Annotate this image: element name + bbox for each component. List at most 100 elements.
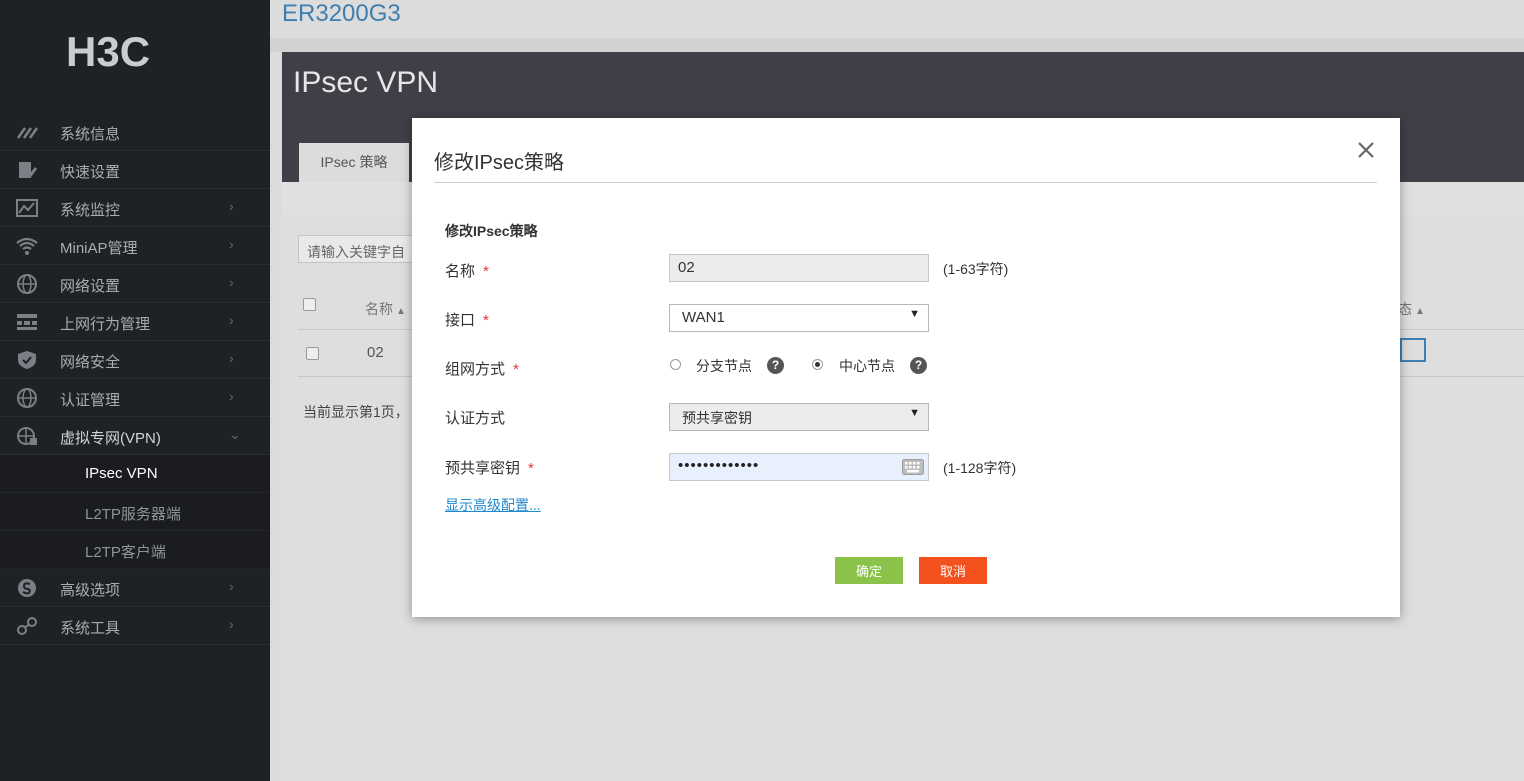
- radio-center-node[interactable]: [812, 359, 823, 370]
- chevron-right-icon: ›: [229, 274, 234, 290]
- sidebar-subitem-l2tp-client[interactable]: L2TP客户端: [0, 531, 270, 569]
- keyboard-icon[interactable]: [902, 459, 924, 475]
- gauge-icon: [16, 127, 38, 139]
- field-label-text: 名称: [445, 263, 476, 280]
- psk-password-field[interactable]: •••••••••••••: [669, 453, 929, 481]
- psk-field-label: 预共享密钥 *: [445, 457, 534, 478]
- wifi-icon: [16, 237, 38, 255]
- sort-asc-icon: ▲: [1415, 306, 1425, 317]
- chevron-down-icon: ⌄: [229, 426, 241, 442]
- device-title: ER3200G3: [282, 0, 401, 27]
- sidebar-item-label: 系统信息: [60, 126, 121, 143]
- ok-button[interactable]: 确定: [835, 557, 903, 584]
- vpn-subnav: IPsec VPN L2TP服务器端 L2TP客户端: [0, 455, 270, 569]
- cancel-button[interactable]: 取消: [919, 557, 987, 584]
- sidebar-item-label: 上网行为管理: [60, 316, 151, 333]
- chevron-right-icon: ›: [229, 350, 234, 366]
- sidebar-item-system-tools[interactable]: 系统工具 ›: [0, 607, 270, 645]
- close-icon[interactable]: [1354, 138, 1378, 162]
- required-asterisk: *: [513, 361, 519, 378]
- sidebar-item-advanced[interactable]: 高级选项 ›: [0, 569, 270, 607]
- sidebar-item-auth-mgmt[interactable]: 认证管理 ›: [0, 379, 270, 417]
- chevron-right-icon: ›: [229, 312, 234, 328]
- topbar-spacer: [270, 38, 1524, 52]
- col-header-label: 态: [1398, 301, 1412, 317]
- radio-branch-node-label: 分支节点: [696, 358, 752, 374]
- required-asterisk: *: [483, 263, 489, 280]
- logo-text: H3C: [66, 30, 150, 70]
- interface-select[interactable]: WAN1 ▼: [669, 304, 929, 332]
- col-header-name[interactable]: 名称 ▲: [365, 299, 406, 319]
- sidebar-subitem-label: IPsec VPN: [85, 465, 158, 482]
- network-mode-label: 组网方式 *: [445, 358, 519, 379]
- sidebar-subitem-l2tp-server[interactable]: L2TP服务器端: [0, 493, 270, 531]
- form-section-title: 修改IPsec策略: [445, 223, 538, 239]
- psk-masked-value: •••••••••••••: [678, 457, 760, 474]
- field-label-text: 预共享密钥: [445, 460, 521, 477]
- radio-center-node-label: 中心节点: [839, 358, 895, 374]
- interface-select-value: WAN1: [682, 309, 725, 326]
- name-hint: (1-63字符): [943, 261, 1009, 277]
- sidebar-item-behavior-mgmt[interactable]: 上网行为管理 ›: [0, 303, 270, 341]
- sidebar-item-network-settings[interactable]: 网络设置 ›: [0, 265, 270, 303]
- sidebar-item-label: 系统监控: [60, 202, 121, 219]
- globe-s-icon: [18, 579, 36, 597]
- dialog-title: 修改IPsec策略: [434, 152, 565, 174]
- sidebar-item-system-monitor[interactable]: 系统监控 ›: [0, 189, 270, 227]
- chevron-right-icon: ›: [229, 616, 234, 632]
- dropdown-caret-icon: ▼: [909, 407, 920, 419]
- sidebar-item-miniap[interactable]: MiniAP管理 ›: [0, 227, 270, 265]
- chevron-right-icon: ›: [229, 236, 234, 252]
- name-field[interactable]: 02: [669, 254, 929, 282]
- row-action-button[interactable]: [1400, 338, 1426, 362]
- search-input[interactable]: 请输入关键字自: [298, 235, 428, 263]
- interface-field-label: 接口 *: [445, 309, 489, 330]
- auth-method-select-value: 预共享密钥: [682, 410, 752, 426]
- row-name-cell: 02: [367, 344, 384, 361]
- col-header-label: 名称: [365, 301, 393, 317]
- help-icon[interactable]: ?: [910, 357, 927, 374]
- tab-ipsec-policy[interactable]: IPsec 策略: [299, 143, 409, 182]
- sidebar-item-quick-setup[interactable]: 快速设置: [0, 151, 270, 189]
- h3c-logo: H3C: [66, 30, 150, 70]
- globe-icon: [17, 388, 37, 408]
- name-field-label: 名称 *: [445, 260, 489, 281]
- sidebar-nav: 系统信息 快速设置 系统监控 › MiniAP管理 › 网络设置 › 上网行为管…: [0, 113, 270, 645]
- field-label-text: 接口: [445, 312, 476, 329]
- sidebar-subitem-ipsec-vpn[interactable]: IPsec VPN: [0, 455, 270, 493]
- page-title: IPsec VPN: [293, 66, 439, 99]
- sidebar-item-label: 系统工具: [60, 620, 121, 637]
- sidebar-item-label: 认证管理: [60, 392, 121, 409]
- psk-hint: (1-128字符): [943, 460, 1017, 476]
- sidebar-subitem-label: L2TP客户端: [85, 544, 166, 561]
- dialog-divider: [434, 182, 1377, 183]
- select-all-checkbox[interactable]: [303, 298, 316, 311]
- sidebar-item-network-security[interactable]: 网络安全 ›: [0, 341, 270, 379]
- help-icon[interactable]: ?: [767, 357, 784, 374]
- auth-method-label: 认证方式: [445, 407, 505, 428]
- link-tool-icon: [17, 617, 37, 635]
- sidebar-item-label: MiniAP管理: [60, 240, 138, 257]
- sidebar-item-system-info[interactable]: 系统信息: [0, 113, 270, 151]
- edit-ipsec-policy-dialog: 修改IPsec策略 修改IPsec策略 名称 * 02 (1-63字符) 接口 * …: [412, 118, 1400, 617]
- sidebar-item-label: 虚拟专网(VPN): [60, 430, 161, 447]
- field-label-text: 认证方式: [445, 410, 506, 427]
- sidebar-item-label: 高级选项: [60, 582, 121, 599]
- sidebar-item-label: 网络安全: [60, 354, 121, 371]
- globe-icon: [17, 274, 37, 294]
- required-asterisk: *: [483, 312, 489, 329]
- required-asterisk: *: [528, 460, 534, 477]
- show-advanced-link[interactable]: 显示高级配置...: [445, 495, 541, 515]
- sidebar-item-label: 快速设置: [60, 164, 121, 181]
- col-header-state[interactable]: 态 ▲: [1398, 299, 1425, 319]
- globe-vpn-icon: [17, 427, 37, 445]
- field-label-text: 组网方式: [445, 361, 506, 378]
- radio-branch-node[interactable]: [670, 359, 681, 370]
- sort-asc-icon: ▲: [396, 306, 406, 317]
- auth-method-select[interactable]: 预共享密钥 ▼: [669, 403, 929, 431]
- dropdown-caret-icon: ▼: [909, 308, 920, 320]
- network-grid-icon: [17, 314, 37, 330]
- sidebar-item-vpn[interactable]: 虚拟专网(VPN) ⌄: [0, 417, 270, 455]
- row-checkbox[interactable]: [306, 347, 319, 360]
- pager-text: 当前显示第1页，: [303, 404, 409, 420]
